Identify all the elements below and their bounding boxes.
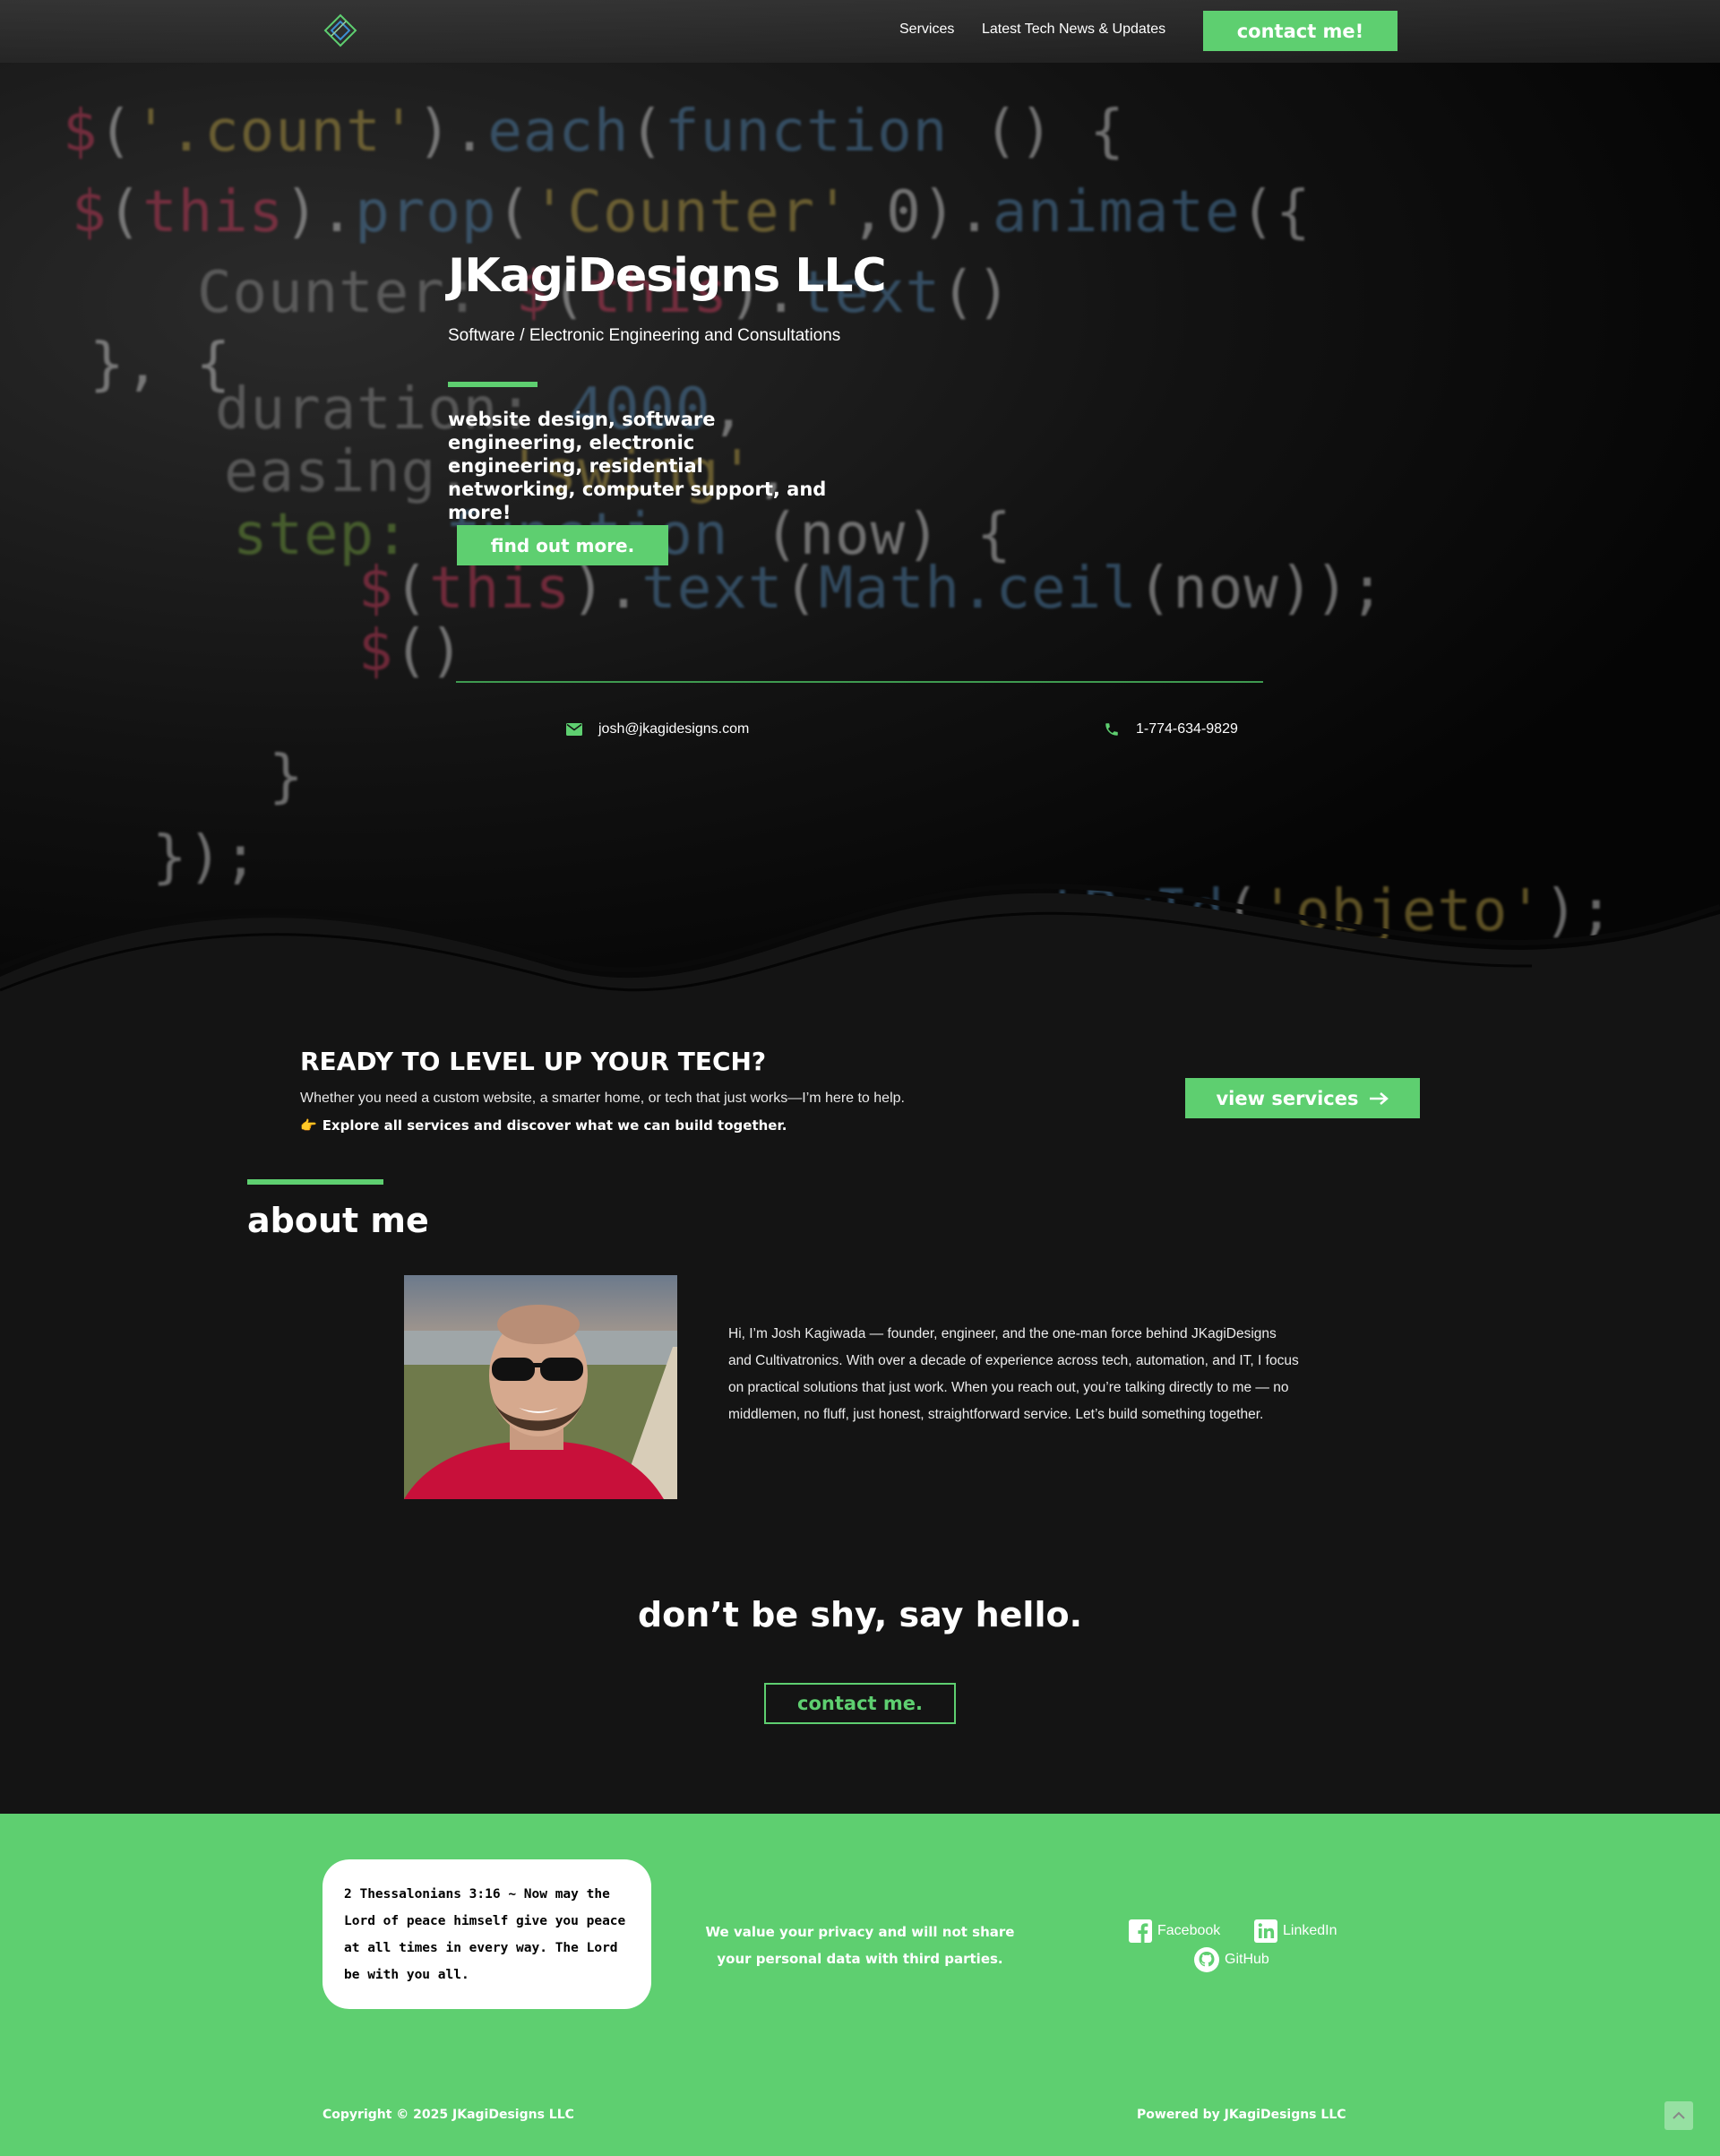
nav-services-link[interactable]: Services [899, 22, 954, 38]
diamond-logo-icon[interactable] [322, 13, 358, 48]
about-bio: Hi, I’m Josh Kagiwada — founder, enginee… [728, 1326, 1299, 1422]
view-services-button[interactable]: view services [1185, 1078, 1420, 1118]
cta-title: READY TO LEVEL UP YOUR TECH? [300, 1047, 767, 1076]
say-hello-title: don’t be shy, say hello. [637, 1595, 1083, 1634]
hero-subtitle: Software / Electronic Engineering and Co… [448, 326, 841, 345]
bible-verse-card: 2 Thessalonians 3:16 ~ Now may the Lord … [322, 1859, 651, 2009]
contact-me-button[interactable]: contact me! [1203, 11, 1398, 51]
nav-news-link[interactable]: Latest Tech News & Updates [982, 22, 1165, 38]
profile-photo [404, 1275, 677, 1499]
about-title: about me [247, 1201, 429, 1240]
linkedin-label[interactable]: LinkedIn [1283, 1923, 1337, 1939]
main-nav: Services Latest Tech News & Updates cont… [0, 11, 1720, 52]
email-contact[interactable]: josh@jkagidesigns.com [566, 721, 749, 737]
footer [0, 1814, 1720, 2156]
phone-icon [1105, 723, 1118, 736]
facebook-link[interactable]: Facebook [1129, 1919, 1220, 1943]
hero-section: $('.count').each(function () { $(this).p… [0, 0, 1720, 1013]
linkedin-link[interactable]: LinkedIn [1254, 1919, 1337, 1943]
linkedin-icon [1254, 1919, 1277, 1943]
arrow-right-icon [1369, 1091, 1389, 1105]
envelope-icon [566, 723, 582, 736]
phone-contact[interactable]: 1-774-634-9829 [1104, 721, 1238, 737]
hero-services-text: website design, software engineering, el… [448, 409, 827, 523]
cta-explore-text[interactable]: Explore all services and discover what w… [322, 1117, 787, 1134]
github-icon [1194, 1947, 1219, 1972]
github-link[interactable]: GitHub [1194, 1947, 1269, 1972]
cta-text: Whether you need a custom website, a sma… [300, 1091, 905, 1106]
hero-divider [456, 681, 1263, 683]
phone-text[interactable]: 1-774-634-9829 [1136, 721, 1238, 737]
hero-accent-rule [448, 382, 538, 387]
github-label[interactable]: GitHub [1225, 1952, 1269, 1968]
email-text[interactable]: josh@jkagidesigns.com [598, 721, 749, 737]
copyright-text: Copyright © 2025 JKagiDesigns LLC [322, 2108, 574, 2122]
powered-by-text: Powered by JKagiDesigns LLC [1137, 2108, 1346, 2122]
facebook-icon [1129, 1919, 1152, 1943]
facebook-label[interactable]: Facebook [1157, 1923, 1220, 1939]
find-out-more-button[interactable]: find out more. [457, 525, 668, 565]
privacy-statement: We value your privacy and will not share… [705, 1924, 1015, 1967]
contact-me-outline-button[interactable]: contact me. [764, 1683, 956, 1724]
chevron-up-icon [1673, 2111, 1685, 2119]
cta-explore-link[interactable]: 👉 Explore all services and discover what… [300, 1117, 787, 1134]
about-accent-rule [247, 1179, 383, 1185]
scroll-to-top-button[interactable] [1664, 2101, 1693, 2130]
pointing-hand-icon: 👉 [300, 1117, 317, 1134]
wave-divider [0, 883, 1720, 1013]
hero-title: JKagiDesigns LLC [448, 249, 887, 303]
view-services-label: view services [1216, 1087, 1359, 1109]
